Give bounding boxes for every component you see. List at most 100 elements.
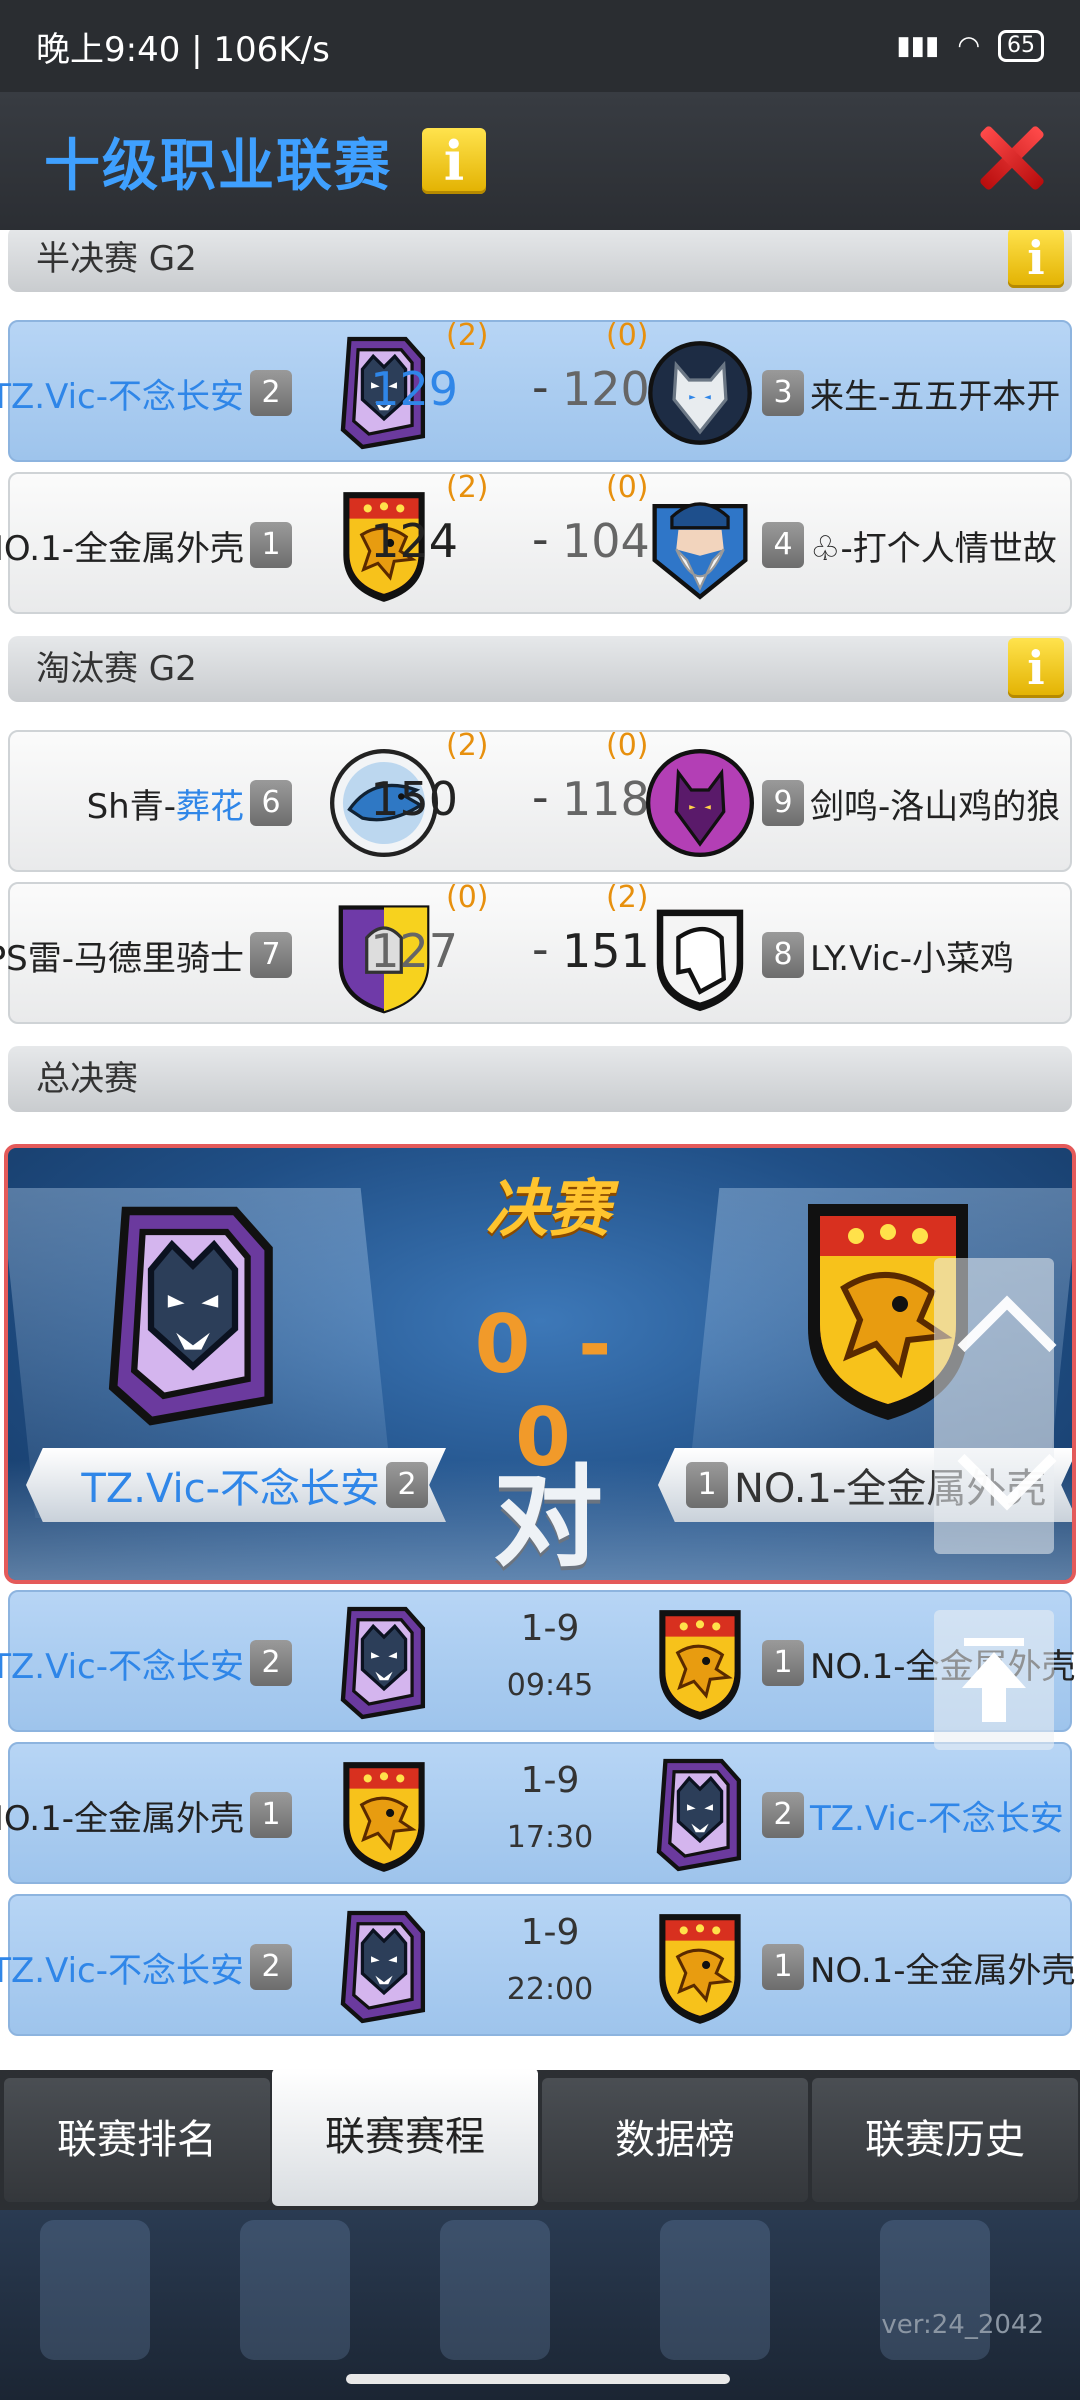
match-list[interactable]: 半决赛 G2 i TZ.Vic-不念长安 2 (2) 129 - 120 (0)…: [0, 230, 1080, 2070]
team-name: TZ.Vic-不念长安: [0, 376, 244, 417]
seed-badge: 1: [686, 1462, 728, 1508]
tab-bar: 联赛排名 联赛赛程 数据榜 联赛历史: [0, 2068, 1080, 2210]
section-title: 半决赛 G2: [36, 239, 197, 279]
tab-rankings[interactable]: 联赛排名: [4, 2078, 270, 2202]
series-score-right: (0): [606, 318, 649, 353]
team-left: Sh青-葬花 6: [87, 732, 292, 874]
section-header-semifinal: 半决赛 G2 i: [8, 230, 1072, 292]
scroll-controls: [934, 1258, 1057, 1554]
nav-ghost-icon: [240, 2220, 350, 2360]
viking-logo-icon: [646, 484, 754, 606]
series-score-left: (2): [446, 470, 489, 505]
team-name: TZ.Vic-不念长安: [81, 1466, 380, 1512]
seed-badge: 1: [250, 522, 292, 568]
series-score-right: (0): [606, 470, 649, 505]
seed-badge: 2: [386, 1462, 428, 1508]
schedule-row[interactable]: NO.1-全金属外壳 1 1-9 17:30 2 TZ.Vic-不念长安: [0, 1742, 1072, 1884]
seed-badge: 6: [250, 780, 292, 826]
team-name: JPS雷-马德里骑士: [0, 938, 244, 979]
team-name: TZ.Vic-不念长安: [0, 1950, 244, 1991]
team-name: 来生-五五开本开: [810, 376, 1061, 417]
section-header-final: 总决赛: [8, 1046, 1072, 1112]
team-left: JPS雷-马德里骑士 7: [0, 884, 292, 1026]
tiger-logo-icon: [646, 1754, 754, 1876]
seed-badge: 2: [250, 1640, 292, 1686]
tiger-logo-icon: [330, 1602, 438, 1724]
score-dash: -: [532, 512, 549, 566]
score-right: 104: [562, 514, 650, 568]
team-left: TZ.Vic-不念长安 2: [0, 1896, 292, 2038]
match-date: 1-9: [520, 1912, 580, 1953]
signal-icon: ▮▮▮: [896, 31, 940, 61]
seed-badge: 1: [762, 1640, 804, 1686]
match-time: 22:00: [506, 1972, 594, 2007]
tiger-logo-icon: [88, 1198, 298, 1434]
score-right: 120: [562, 362, 650, 416]
match-row[interactable]: Sh青-葬花 6 (2) 150 - 118 (0) 9 剑鸣-洛山鸡的狼: [8, 728, 1072, 874]
tab-schedule[interactable]: 联赛赛程: [272, 2068, 538, 2206]
series-score-left: (2): [446, 318, 489, 353]
seed-badge: 4: [762, 522, 804, 568]
wolf-logo-icon: [646, 742, 754, 864]
nav-ghost-icon: [660, 2220, 770, 2360]
team-name: Sh青-葬花: [86, 786, 244, 827]
tab-stats[interactable]: 数据榜: [542, 2078, 808, 2202]
schedule-row[interactable]: TZ.Vic-不念长安 2 1-9 09:45 1 NO.1-全金属外壳: [0, 1590, 1076, 1732]
team-name: TZ.Vic-不念长安: [0, 1646, 244, 1687]
header: 十级职业联赛 i: [0, 92, 1080, 230]
dragon-logo-icon: [330, 1754, 438, 1876]
dragon-logo-icon: [646, 1602, 754, 1724]
team-name: NO.1-全金属外壳: [0, 528, 244, 569]
team-name: NO.1-全金属外壳: [0, 1798, 244, 1839]
team-name: NO.1-全金属外壳: [810, 1950, 1076, 1991]
seed-badge: 9: [762, 780, 804, 826]
team-right: 8 LY.Vic-小菜鸡: [762, 884, 1014, 1026]
match-row[interactable]: TZ.Vic-不念长安 2 (2) 129 - 120 (0) 3 来生-五五开…: [0, 318, 1072, 462]
app-root: 晚上9:40 | 106K/s ▮▮▮ ◠ 65 十级职业联赛 i 半决赛 G2…: [0, 0, 1080, 2400]
final-banner[interactable]: 决赛 0 - 0 对 TZ.Vic-不念长安 2 1 NO.1-全金属外壳: [4, 1144, 1076, 1584]
status-bar: 晚上9:40 | 106K/s ▮▮▮ ◠ 65: [0, 0, 1080, 92]
series-score-right: (0): [606, 728, 649, 763]
horse-logo-icon: [646, 894, 754, 1016]
scroll-to-top-button[interactable]: [934, 1610, 1054, 1750]
arrow-up-icon: [962, 1638, 1026, 1722]
match-row[interactable]: NO.1-全金属外壳 1 (2) 124 - 104 (0) 4 ♧-打个人情世…: [0, 470, 1072, 616]
home-indicator[interactable]: [346, 2374, 730, 2384]
schedule-row[interactable]: TZ.Vic-不念长安 2 1-9 22:00 1 NO.1-全金属外壳: [0, 1894, 1076, 2036]
nav-ghost-icon: [40, 2220, 150, 2360]
match-date: 1-9: [520, 1760, 580, 1801]
score-left: 127: [370, 924, 458, 978]
team-left: TZ.Vic-不念长安 2: [0, 322, 292, 464]
scroll-down-icon[interactable]: [957, 1411, 1057, 1511]
score-left: 124: [370, 514, 458, 568]
match-time: 09:45: [506, 1668, 594, 1703]
tiger-logo-icon: [330, 1906, 438, 2028]
final-team-left: TZ.Vic-不念长安 2: [26, 1448, 446, 1522]
info-button[interactable]: i: [422, 128, 486, 194]
section-info-button[interactable]: i: [1008, 638, 1064, 698]
team-name: TZ.Vic-不念长安: [810, 1798, 1064, 1839]
seed-badge: 7: [250, 932, 292, 978]
score-left: 129: [370, 362, 458, 416]
match-date: 1-9: [520, 1608, 580, 1649]
match-row[interactable]: JPS雷-马德里骑士 7 (0) 127 - 151 (2) 8 LY.Vic-…: [0, 880, 1072, 1026]
close-icon[interactable]: [974, 122, 1044, 192]
status-icons: ▮▮▮ ◠ 65: [896, 30, 1044, 62]
nav-ghost-icon: [440, 2220, 550, 2360]
score-right: 151: [562, 924, 650, 978]
score-right: 118: [562, 772, 650, 826]
status-time: 晚上9:40 | 106K/s: [36, 29, 330, 70]
team-left: NO.1-全金属外壳 1: [0, 474, 292, 616]
team-name: 剑鸣-洛山鸡的狼: [810, 786, 1061, 827]
section-info-button[interactable]: i: [1008, 230, 1064, 288]
tab-history[interactable]: 联赛历史: [812, 2078, 1078, 2202]
series-score-left: (0): [446, 880, 489, 915]
seed-badge: 2: [762, 1792, 804, 1838]
section-header-knockout: 淘汰赛 G2 i: [8, 636, 1072, 702]
team-right: 4 ♧-打个人情世故: [762, 474, 1057, 616]
team-left: TZ.Vic-不念长安 2: [0, 1592, 292, 1734]
bottom-nav-backdrop: ver:24_2042: [0, 2210, 1080, 2400]
seed-badge: 1: [762, 1944, 804, 1990]
scroll-up-icon[interactable]: [957, 1295, 1057, 1395]
score-left: 150: [370, 772, 458, 826]
